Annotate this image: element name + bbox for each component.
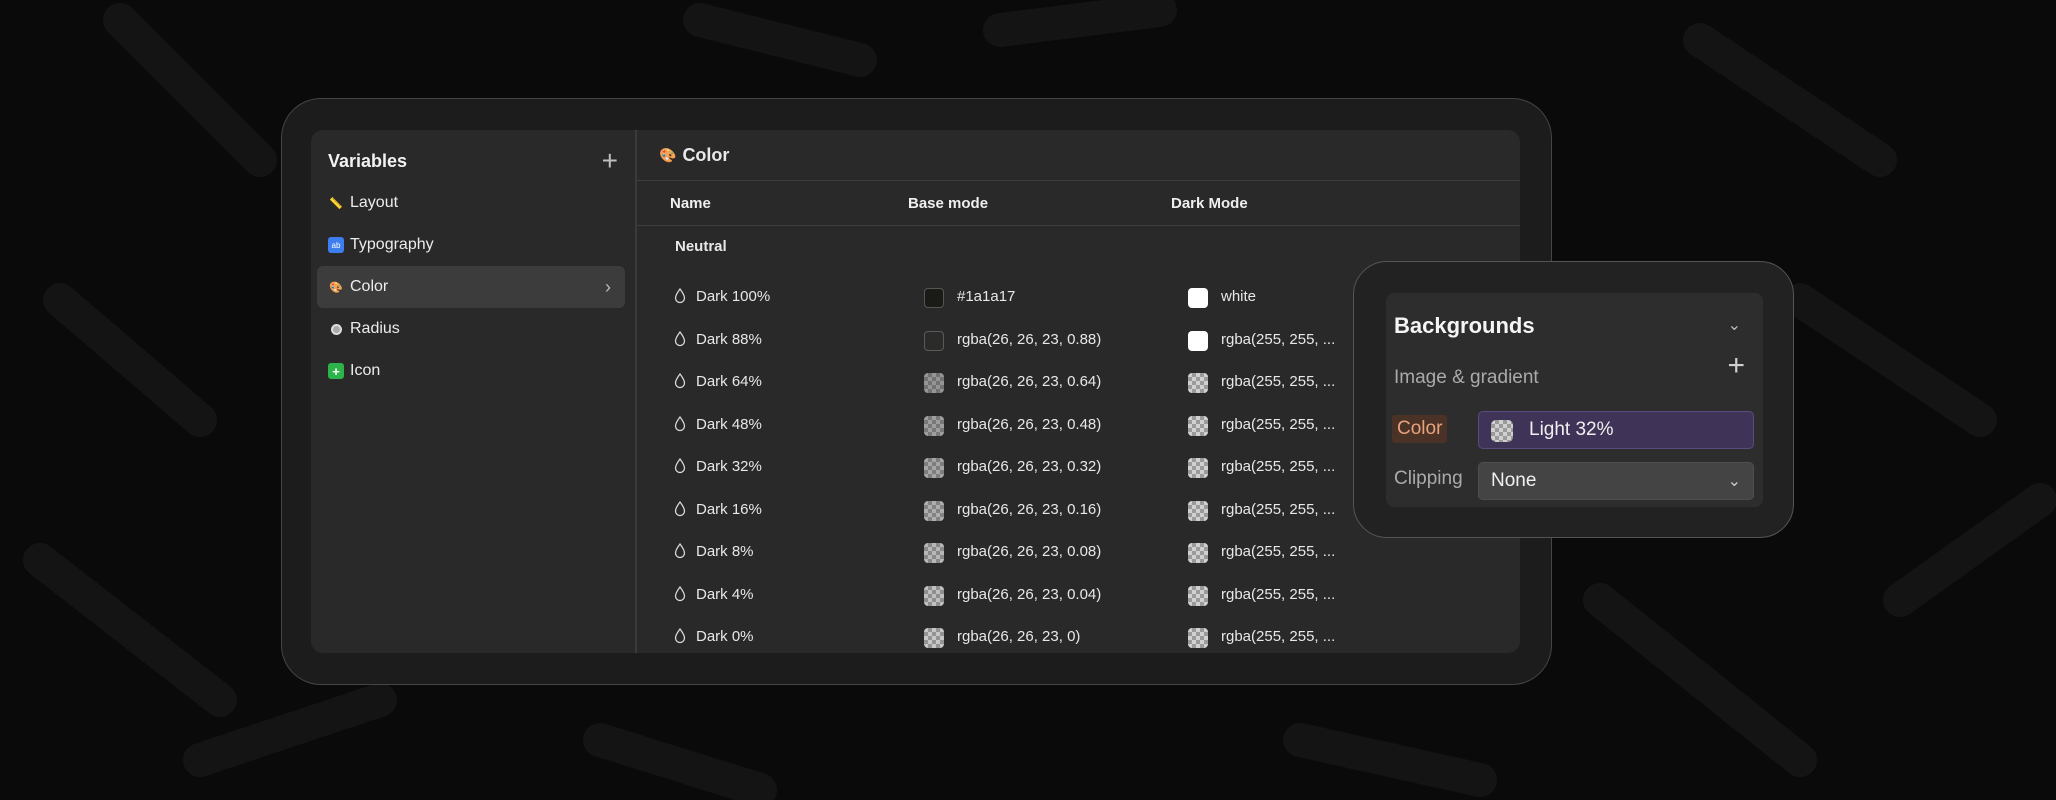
variables-panel: Variables + 📏 Layout ab Typography 🎨 Col…: [311, 130, 1520, 653]
dark-mode-value: rgba(255, 255, ...: [1221, 415, 1336, 433]
dark-mode-value: rgba(255, 255, ...: [1221, 373, 1336, 390]
sidebar-item-label: Typography: [350, 236, 434, 253]
row-name: Dark 64%: [696, 373, 762, 390]
chevron-down-icon: ⌄: [1727, 473, 1741, 490]
base-color-swatch[interactable]: [924, 288, 944, 308]
dark-mode-value: rgba(255, 255, ...: [1221, 585, 1336, 603]
droplet-icon: [674, 458, 686, 474]
base-color-swatch[interactable]: [924, 543, 944, 563]
clipping-select-value: None: [1491, 470, 1537, 491]
abcd-icon: ab: [328, 237, 344, 253]
row-name: Dark 48%: [696, 415, 762, 433]
base-color-swatch[interactable]: [924, 458, 944, 478]
base-color-swatch[interactable]: [924, 628, 944, 648]
color-field-value: Light 32%: [1529, 419, 1614, 440]
dark-mode-value: rgba(255, 255, ...: [1221, 500, 1336, 518]
dark-color-swatch[interactable]: [1188, 585, 1208, 606]
row-name: Dark 88%: [696, 330, 762, 348]
dark-color-swatch[interactable]: [1188, 628, 1208, 648]
add-variable-plus-icon[interactable]: +: [602, 147, 618, 175]
table-title-text: Color: [682, 144, 730, 165]
dark-mode-value: rgba(255, 255, ...: [1221, 628, 1336, 645]
base-mode-value: rgba(26, 26, 23, 0.32): [957, 458, 1102, 475]
base-mode-value: rgba(26, 26, 23, 0.88): [957, 330, 1102, 348]
backgrounds-panel: Backgrounds ⌄ Image & gradient + Color L…: [1386, 293, 1763, 507]
droplet-icon: [674, 373, 686, 389]
dark-color-swatch[interactable]: [1188, 415, 1208, 436]
dark-color-swatch[interactable]: [1188, 543, 1208, 563]
sidebar: Variables + 📏 Layout ab Typography 🎨 Col…: [311, 130, 637, 653]
backgrounds-title: Backgrounds: [1394, 313, 1535, 338]
palette-icon: 🎨: [329, 281, 343, 294]
droplet-icon: [674, 585, 686, 601]
base-mode-value: rgba(26, 26, 23, 0.64): [957, 373, 1102, 390]
droplet-icon: [674, 628, 686, 644]
base-mode-value: rgba(26, 26, 23, 0.16): [957, 500, 1102, 518]
image-gradient-label: Image & gradient: [1394, 367, 1539, 388]
sidebar-item-typography[interactable]: ab Typography: [317, 224, 625, 266]
droplet-icon: [674, 500, 686, 516]
sidebar-item-label: Layout: [350, 194, 399, 211]
base-color-swatch[interactable]: [924, 585, 944, 606]
sidebar-item-layout[interactable]: 📏 Layout: [317, 182, 625, 224]
dark-mode-value: rgba(255, 255, ...: [1221, 543, 1336, 560]
color-label: Color: [1392, 415, 1448, 443]
clipping-select[interactable]: None ⌄: [1478, 462, 1754, 500]
clipping-label: Clipping: [1394, 468, 1463, 489]
row-name: Dark 32%: [696, 458, 762, 475]
dark-mode-value: rgba(255, 255, ...: [1221, 458, 1336, 475]
row-name: Dark 8%: [696, 543, 754, 560]
column-headers: Name Base mode Dark Mode: [637, 181, 1520, 226]
base-color-swatch[interactable]: [924, 415, 944, 436]
sidebar-item-radius[interactable]: Radius: [317, 308, 625, 350]
table-row[interactable]: Dark 4% rgba(26, 26, 23, 0.04) rgba(255, 2…: [637, 574, 1517, 616]
base-mode-value: rgba(26, 26, 23, 0.48): [957, 415, 1102, 433]
column-header-name: Name: [670, 195, 711, 212]
sidebar-item-color[interactable]: 🎨 Color ›: [317, 266, 625, 308]
table-row[interactable]: Dark 0% rgba(26, 26, 23, 0) rgba(255, 255,…: [637, 616, 1517, 653]
base-mode-value: rgba(26, 26, 23, 0.08): [957, 543, 1102, 560]
droplet-icon: [674, 415, 686, 431]
color-swatch: [1491, 420, 1513, 442]
palette-icon: 🎨: [659, 146, 677, 163]
column-header-dark-mode: Dark Mode: [1171, 195, 1248, 212]
sidebar-list: 📏 Layout ab Typography 🎨 Color › Radius …: [317, 182, 625, 392]
group-label: Neutral: [675, 238, 727, 255]
row-name: Dark 100%: [696, 288, 771, 305]
sidebar-item-icon[interactable]: + Icon: [317, 350, 625, 392]
droplet-icon: [674, 543, 686, 559]
row-name: Dark 0%: [696, 628, 754, 645]
column-header-base-mode: Base mode: [908, 195, 989, 212]
sidebar-header: Variables +: [328, 144, 618, 178]
table-title: 🎨 Color: [637, 130, 1520, 181]
ruler-icon: 📏: [329, 197, 343, 210]
dark-mode-value: white: [1221, 288, 1257, 305]
droplet-icon: [674, 288, 686, 304]
row-name: Dark 16%: [696, 500, 762, 518]
sidebar-item-label: Color: [350, 278, 389, 295]
base-color-swatch[interactable]: [924, 500, 944, 521]
dark-color-swatch[interactable]: [1188, 288, 1208, 308]
sidebar-title: Variables: [328, 150, 408, 171]
base-mode-value: #1a1a17: [957, 288, 1016, 305]
sidebar-item-label: Radius: [350, 320, 400, 337]
chevron-down-icon[interactable]: ⌄: [1728, 315, 1741, 335]
circle-icon: [328, 321, 344, 337]
dark-color-swatch[interactable]: [1188, 330, 1208, 351]
dark-color-swatch[interactable]: [1188, 373, 1208, 393]
sidebar-item-label: Icon: [350, 362, 381, 379]
dark-mode-value: rgba(255, 255, ...: [1221, 330, 1336, 348]
base-mode-value: rgba(26, 26, 23, 0.04): [957, 585, 1102, 603]
row-name: Dark 4%: [696, 585, 754, 603]
color-field[interactable]: Light 32%: [1478, 411, 1754, 449]
droplet-icon: [674, 330, 686, 346]
add-image-gradient-plus-icon[interactable]: +: [1727, 351, 1745, 381]
base-mode-value: rgba(26, 26, 23, 0): [957, 628, 1081, 645]
base-color-swatch[interactable]: [924, 330, 944, 351]
base-color-swatch[interactable]: [924, 373, 944, 393]
dark-color-swatch[interactable]: [1188, 500, 1208, 521]
plus-square-icon: +: [328, 363, 344, 379]
chevron-right-icon: ›: [605, 277, 611, 297]
dark-color-swatch[interactable]: [1188, 458, 1208, 478]
